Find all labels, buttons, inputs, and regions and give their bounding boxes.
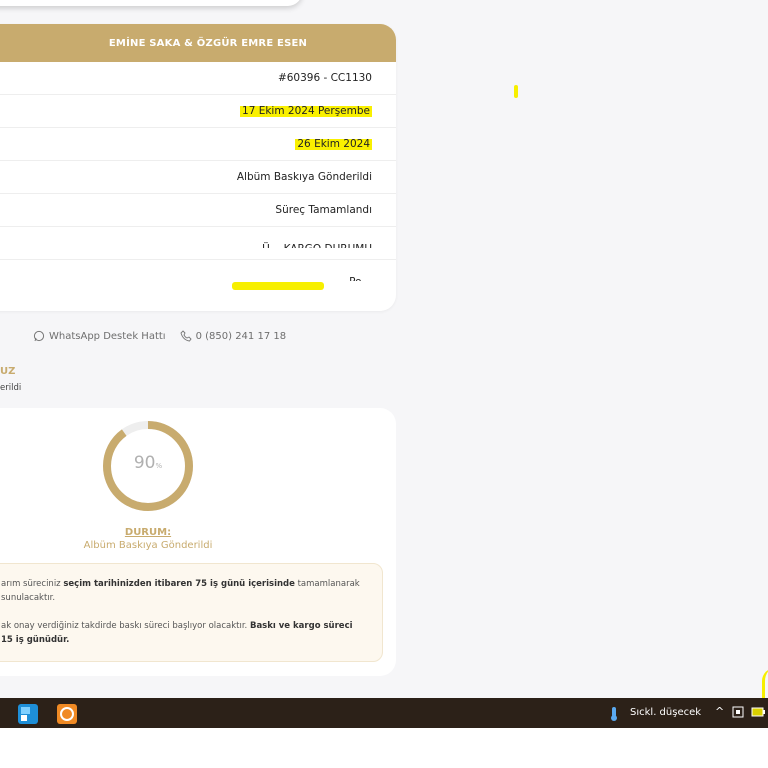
- cargo-status-row: Ü… KARGO DURUMU: [0, 227, 396, 260]
- tracking-row: Po…: [0, 260, 396, 293]
- note-paragraph-1: arım süreciniz seçim tarihinizden itibar…: [1, 579, 360, 603]
- process-status-value: Süreç Tamamlandı: [275, 204, 372, 216]
- highlight-mark-small: [514, 85, 518, 98]
- battery-icon[interactable]: [751, 706, 765, 718]
- album-status-value: Albüm Baskıya Gönderildi: [236, 171, 372, 183]
- order-card-header: EMİNE SAKA & ÖZGÜR EMRE ESEN: [0, 24, 396, 62]
- phone-icon: [180, 330, 192, 342]
- whatsapp-support-link[interactable]: WhatsApp Destek Hattı: [49, 331, 166, 342]
- section-title-fragment: UZ: [0, 366, 16, 377]
- highlight-mark-bottom: [232, 282, 324, 290]
- app-icon-2[interactable]: [57, 704, 77, 724]
- order-number-row: #60396 - CC1130: [0, 62, 396, 95]
- order-date-value: 17 Ekim 2024 Perşembe: [240, 103, 372, 119]
- note-paragraph-2: ak onay verdiğiniz takdirde baskı süreci…: [1, 621, 353, 645]
- tracking-value: Po…: [349, 272, 372, 281]
- status-value: Albüm Baskıya Gönderildi: [83, 540, 213, 551]
- section-sub-fragment: erildi: [0, 383, 22, 393]
- top-pill-card: [0, 0, 302, 6]
- weather-text[interactable]: Sıckl. düşecek: [630, 707, 701, 718]
- tray-icon[interactable]: [732, 706, 744, 718]
- progress-percent-value: 90: [133, 453, 156, 473]
- phone-support-link[interactable]: 0 (850) 241 17 18: [196, 331, 287, 342]
- status-label: DURUM:: [124, 527, 172, 538]
- thermometer-icon[interactable]: [608, 706, 620, 722]
- album-status-row: Albüm Baskıya Gönderildi: [0, 161, 396, 194]
- chevron-up-icon[interactable]: ^: [715, 705, 724, 718]
- order-details-card: EMİNE SAKA & ÖZGÜR EMRE ESEN #60396 - CC…: [0, 24, 396, 311]
- support-links: WhatsApp Destek Hattı 0 (850) 241 17 18: [33, 330, 286, 342]
- cargo-status-value: Ü… KARGO DURUMU: [262, 239, 372, 248]
- info-note: arım süreciniz seçim tarihinizden itibar…: [0, 563, 383, 662]
- order-number-value: #60396 - CC1130: [277, 72, 372, 84]
- whatsapp-icon: [33, 330, 45, 342]
- progress-percent: 90%: [102, 453, 194, 473]
- selection-date-row: 26 Ekim 2024: [0, 128, 396, 161]
- process-status-row: Süreç Tamamlandı: [0, 194, 396, 227]
- selection-date-value: 26 Ekim 2024: [295, 136, 372, 152]
- progress-percent-sign: %: [155, 462, 163, 470]
- below-taskbar-area: [0, 728, 768, 768]
- app-icon-1[interactable]: [18, 704, 38, 724]
- order-date-row: 17 Ekim 2024 Perşembe: [0, 95, 396, 128]
